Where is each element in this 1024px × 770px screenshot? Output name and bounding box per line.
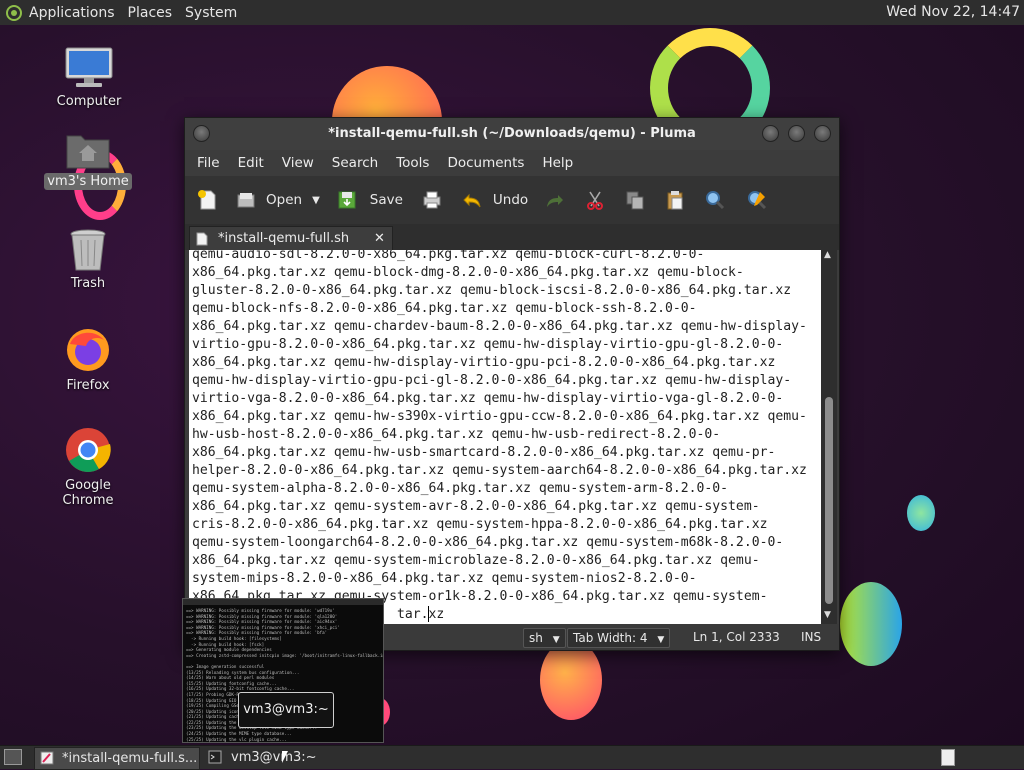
copy-icon [626, 191, 644, 210]
close-window-button[interactable] [814, 125, 831, 142]
vertical-scrollbar[interactable]: ▲ ▼ [821, 250, 837, 624]
new-document-button[interactable] [197, 180, 219, 220]
maximize-button[interactable] [788, 125, 805, 142]
chevron-down-icon: ▼ [657, 635, 665, 645]
search-icon [706, 191, 725, 210]
terminal-icon [208, 750, 222, 764]
desktop-icon-chrome[interactable]: Google Chrome [38, 426, 138, 509]
toolbar: Open ▼ Save Undo [185, 176, 839, 224]
mate-logo-icon[interactable] [6, 4, 22, 21]
computer-icon [65, 47, 113, 87]
clock[interactable]: Wed Nov 22, 14:47 [886, 4, 1020, 20]
menu-view[interactable]: View [282, 155, 314, 171]
insert-mode: INS [801, 630, 822, 644]
chrome-icon [66, 428, 111, 472]
menu-search[interactable]: Search [332, 155, 378, 171]
open-folder-icon [237, 193, 255, 208]
menu-edit[interactable]: Edit [238, 155, 264, 171]
replace-button[interactable] [746, 180, 768, 220]
show-desktop-icon[interactable] [4, 749, 22, 765]
tab-bar: *install-qemu-full.sh ✕ [185, 224, 839, 251]
tab-width-label: Tab Width: 4 [573, 631, 648, 645]
terminal-menubar [183, 599, 383, 605]
undo-icon [463, 193, 481, 208]
pluma-window: *install-qemu-full.sh (~/Downloads/qemu)… [184, 117, 840, 651]
taskbar-item-terminal[interactable]: vm3@vm3:~ [204, 747, 354, 768]
wallpaper-small-blob [907, 495, 935, 531]
home-folder-icon [66, 135, 110, 169]
places-menu[interactable]: Places [128, 5, 173, 21]
cut-icon [587, 191, 604, 210]
desktop-icon-label: Computer [56, 94, 122, 109]
desktop-icon-label: Trash [70, 276, 106, 291]
minimize-button[interactable] [762, 125, 779, 142]
scroll-up-arrow[interactable]: ▲ [824, 250, 831, 260]
print-button[interactable] [421, 180, 443, 220]
scroll-down-arrow[interactable]: ▼ [824, 610, 831, 620]
top-panel: Applications Places System Wed Nov 22, 1… [0, 0, 1024, 25]
desktop-icon-label: vm3's Home [44, 173, 132, 190]
document-icon [196, 232, 208, 246]
applications-menu[interactable]: Applications [29, 5, 115, 21]
desktop-icon-firefox[interactable]: Firefox [38, 326, 138, 394]
menu-help[interactable]: Help [542, 155, 573, 171]
text-editor-icon [40, 751, 54, 765]
menu-tools[interactable]: Tools [396, 155, 429, 171]
find-button[interactable] [704, 180, 726, 220]
save-label: Save [369, 192, 403, 208]
desktop-icon-trash[interactable]: Trash [38, 228, 138, 292]
cut-button[interactable] [584, 180, 606, 220]
system-menu[interactable]: System [185, 5, 237, 21]
mouse-pointer-icon [282, 751, 288, 763]
text-editor[interactable]: qemu-audio-sdl-8.2.0-0-x86_64.pkg.tar.xz… [189, 250, 821, 624]
tab-install-qemu-full[interactable]: *install-qemu-full.sh ✕ [189, 226, 393, 251]
copy-button[interactable] [624, 180, 646, 220]
wallpaper-green-blue-blob [840, 582, 902, 666]
workspace-switcher[interactable] [941, 749, 955, 766]
cursor-position: Ln 1, Col 2333 [693, 630, 780, 644]
window-menu-button[interactable] [193, 125, 210, 142]
wallpaper-bottom-orange-blob [540, 640, 602, 720]
print-icon [423, 191, 441, 209]
undo-label: Undo [492, 192, 529, 208]
taskbar-item-pluma[interactable]: *install-qemu-full.s... [34, 747, 200, 770]
save-button[interactable]: Save [336, 180, 403, 220]
open-button[interactable]: Open [235, 180, 302, 220]
chevron-down-icon: ▼ [312, 194, 320, 206]
taskbar-label: *install-qemu-full.s... [62, 751, 198, 766]
tab-label: *install-qemu-full.sh [218, 231, 350, 246]
taskbar-tooltip: vm3@vm3:~ [238, 692, 334, 728]
paste-button[interactable] [664, 180, 686, 220]
text-cursor [428, 606, 429, 622]
menu-documents[interactable]: Documents [447, 155, 524, 171]
desktop-icon-label: Google Chrome [62, 478, 114, 508]
language-selector[interactable]: sh ▼ [523, 628, 566, 648]
trash-icon [70, 229, 106, 271]
open-label: Open [266, 192, 303, 208]
save-icon [338, 191, 356, 209]
open-recent-dropdown[interactable]: ▼ [312, 180, 320, 220]
language-label: sh [529, 631, 543, 645]
desktop-icon-label: Firefox [66, 378, 110, 393]
tab-width-selector[interactable]: Tab Width: 4 ▼ [567, 628, 671, 648]
undo-button[interactable]: Undo [461, 180, 528, 220]
firefox-icon [67, 329, 109, 371]
editor-content[interactable]: qemu-audio-sdl-8.2.0-0-x86_64.pkg.tar.xz… [189, 250, 821, 624]
desktop-icon-computer[interactable]: Computer [39, 46, 139, 110]
desktop-icon-home[interactable]: vm3's Home [38, 130, 138, 190]
window-title: *install-qemu-full.sh (~/Downloads/qemu)… [328, 126, 696, 141]
taskbar-label: vm3@vm3:~ [231, 750, 317, 765]
menu-file[interactable]: File [197, 155, 220, 171]
chevron-down-icon: ▼ [552, 635, 560, 645]
paste-icon [667, 191, 683, 210]
scrollbar-thumb[interactable] [825, 397, 833, 604]
find-replace-icon [748, 191, 767, 210]
redo-icon [547, 195, 564, 207]
menubar: File Edit View Search Tools Documents He… [185, 150, 839, 176]
new-document-icon [198, 190, 216, 210]
redo-button[interactable] [544, 180, 566, 220]
window-titlebar[interactable]: *install-qemu-full.sh (~/Downloads/qemu)… [185, 118, 839, 150]
close-tab-icon[interactable]: ✕ [374, 227, 385, 251]
bottom-panel: *install-qemu-full.s... vm3@vm3:~ [0, 745, 1024, 770]
